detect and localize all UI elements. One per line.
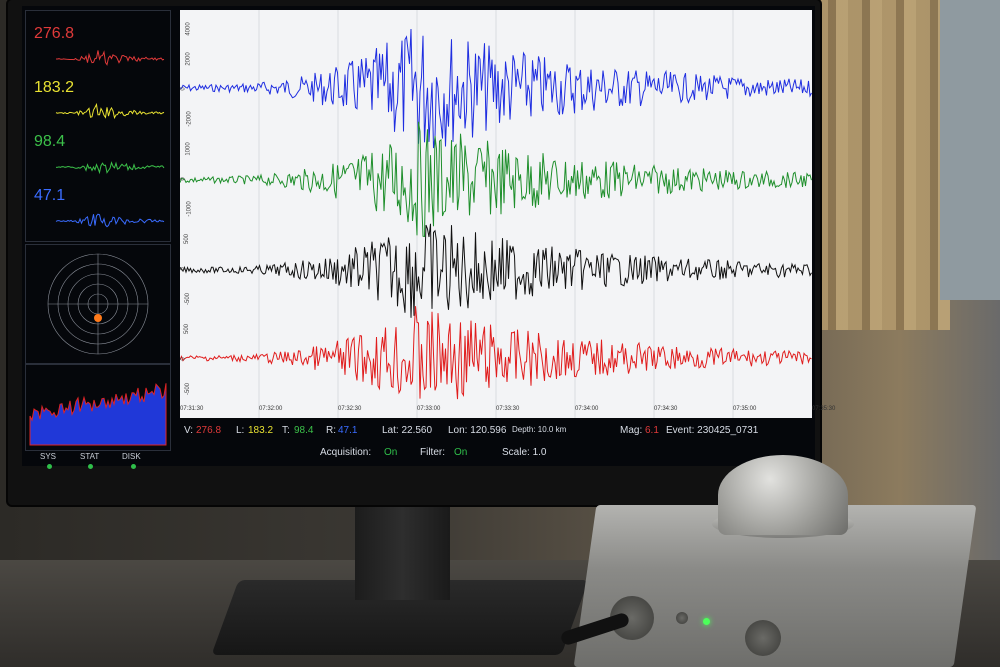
x-tick-label: 07:31:30: [180, 406, 204, 412]
info-bar: V: 276.8 L: 183.2 T: 98.4 R: 47.1 Lat: 2…: [180, 420, 812, 440]
channel-values-box: 276.8 183.2 98.4 47.1: [25, 10, 171, 242]
y-tick-label: 500: [184, 233, 191, 245]
waveform-plot: [179, 10, 812, 418]
y-tick-label: 4000: [185, 22, 192, 36]
window: [940, 0, 1000, 300]
longitude: Lon: 120.596: [448, 425, 507, 436]
polar-plot: [25, 244, 171, 364]
monitor: 276.8 183.2 98.4 47.1 SYS STAT DISK 07:3…: [8, 0, 835, 505]
y-tick-label: 2000: [185, 52, 192, 66]
depth: Depth: 10.0 km: [512, 425, 567, 434]
y-tick-label: 0: [180, 177, 187, 181]
v-value: 276.8: [196, 425, 222, 436]
v-label: V:: [184, 425, 194, 436]
stat-indicator: [88, 464, 93, 469]
disk-label: DISK: [122, 452, 141, 461]
scale: Scale: 1.0: [502, 447, 547, 458]
x-tick-label: 07:35:30: [812, 406, 836, 412]
mag-label: Mag:: [620, 425, 643, 436]
y-tick-label: 0: [180, 87, 187, 91]
sys-indicator: [47, 464, 52, 469]
knob: [676, 612, 688, 624]
stat-label: STAT: [80, 452, 100, 461]
spectrum-chart: [29, 383, 167, 446]
sensor-dome: [718, 455, 848, 535]
x-tick-label: 07:33:00: [417, 406, 441, 412]
latitude: Lat: 22.560: [382, 425, 433, 436]
mag-value: 6.1: [645, 425, 659, 436]
acquisition-value: On: [384, 447, 398, 458]
polar-chart: [47, 253, 149, 355]
power-led: [703, 618, 710, 625]
event-id: Event: 230425_0731: [666, 425, 759, 436]
y-tick-label: -2000: [186, 111, 193, 127]
x-tick-label: 07:33:30: [496, 406, 520, 412]
l-label: L:: [236, 425, 245, 436]
y-tick-label: -500: [185, 382, 192, 396]
r-value: 47.1: [338, 425, 358, 436]
r-label: R:: [326, 425, 336, 436]
y-tick-label: 0: [180, 267, 187, 271]
t-value: 98.4: [294, 425, 314, 436]
y-tick-label: -1000: [186, 201, 193, 217]
l-value: 183.2: [248, 425, 274, 436]
y-tick-label: -500: [185, 292, 192, 306]
x-tick-label: 07:32:00: [259, 406, 283, 412]
acquisition-label: Acquisition:: [320, 447, 372, 458]
connector-right: [745, 620, 781, 656]
waveform-chart: [179, 10, 812, 418]
t-label: T:: [282, 425, 290, 436]
y-tick-label: 0: [180, 357, 187, 361]
seismograph-screen: 276.8 183.2 98.4 47.1 SYS STAT DISK 07:3…: [22, 6, 835, 469]
disk-indicator: [131, 464, 136, 469]
x-tick-label: 07:32:30: [338, 406, 362, 412]
filter-label: Filter:: [420, 447, 445, 458]
mini-waveforms: [55, 50, 165, 228]
filter-value: On: [454, 447, 468, 458]
status-bar: Acquisition: On Filter: On Scale: 1.0: [180, 442, 812, 462]
y-tick-label: 1000: [185, 142, 192, 156]
sys-label: SYS: [40, 452, 57, 461]
y-tick-label: 500: [184, 323, 191, 335]
x-tick-label: 07:34:00: [575, 406, 599, 412]
spectrum-plot: [25, 364, 171, 451]
x-tick-label: 07:34:30: [654, 406, 678, 412]
epicenter-marker: [94, 314, 102, 322]
x-tick-label: 07:35:00: [733, 406, 757, 412]
monitor-stand-neck: [355, 490, 450, 600]
channel-panel: 276.8 183.2 98.4 47.1 SYS STAT DISK: [22, 6, 172, 469]
